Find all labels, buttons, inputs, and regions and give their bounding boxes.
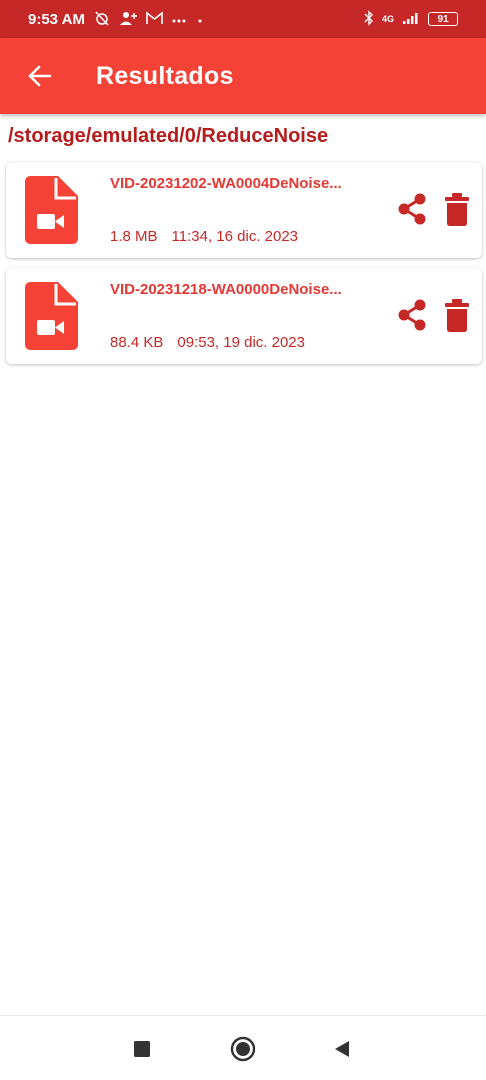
share-icon xyxy=(398,299,426,331)
file-name: VID-20231202-WA0004DeNoise... xyxy=(110,175,342,192)
trash-icon xyxy=(445,299,469,332)
file-item[interactable]: VID-20231202-WA0004DeNoise... 1.8 MB 11:… xyxy=(6,162,482,258)
dot-icon xyxy=(195,13,205,26)
recents-square-icon xyxy=(134,1041,150,1057)
file-name: VID-20231218-WA0000DeNoise... xyxy=(110,281,342,298)
file-item[interactable]: VID-20231218-WA0000DeNoise... 88.4 KB 09… xyxy=(6,268,482,364)
trash-icon xyxy=(445,193,469,226)
file-meta: 88.4 KB 09:53, 19 dic. 2023 xyxy=(110,334,305,351)
status-bar: 9:53 AM 4G 91 xyxy=(0,0,486,38)
alarm-off-icon xyxy=(94,10,110,28)
status-time: 9:53 AM xyxy=(28,10,85,28)
gmail-icon xyxy=(146,11,163,27)
back-nav-button[interactable] xyxy=(327,1034,357,1064)
back-triangle-icon xyxy=(335,1041,349,1057)
home-circle-icon xyxy=(230,1036,256,1062)
video-file-icon xyxy=(25,282,78,350)
recents-button[interactable] xyxy=(127,1034,157,1064)
status-right: 4G 91 xyxy=(364,10,458,28)
network-type: 4G xyxy=(381,14,394,24)
more-dots-icon xyxy=(172,13,186,26)
share-button[interactable] xyxy=(396,298,428,332)
person-add-icon xyxy=(119,10,137,28)
signal-icon xyxy=(402,11,420,27)
bluetooth-icon xyxy=(364,10,374,28)
file-date: 09:53, 19 dic. 2023 xyxy=(177,334,305,351)
file-meta: 1.8 MB 11:34, 16 dic. 2023 xyxy=(110,228,298,245)
back-button[interactable] xyxy=(22,58,58,94)
share-icon xyxy=(398,193,426,225)
home-button[interactable] xyxy=(228,1034,258,1064)
delete-button[interactable] xyxy=(445,193,469,226)
folder-path: /storage/emulated/0/ReduceNoise xyxy=(8,125,329,147)
video-file-icon xyxy=(25,176,78,244)
file-size: 1.8 MB xyxy=(110,228,158,245)
battery-indicator: 91 xyxy=(428,12,458,26)
app-bar: Resultados xyxy=(0,38,486,114)
page-title: Resultados xyxy=(96,61,234,90)
system-nav-bar xyxy=(0,1015,486,1080)
file-list: VID-20231202-WA0004DeNoise... 1.8 MB 11:… xyxy=(6,162,482,374)
file-size: 88.4 KB xyxy=(110,334,164,351)
file-date: 11:34, 16 dic. 2023 xyxy=(171,228,299,245)
status-left: 9:53 AM xyxy=(28,10,205,28)
arrow-back-icon xyxy=(28,65,52,87)
delete-button[interactable] xyxy=(445,299,469,332)
share-button[interactable] xyxy=(396,192,428,226)
